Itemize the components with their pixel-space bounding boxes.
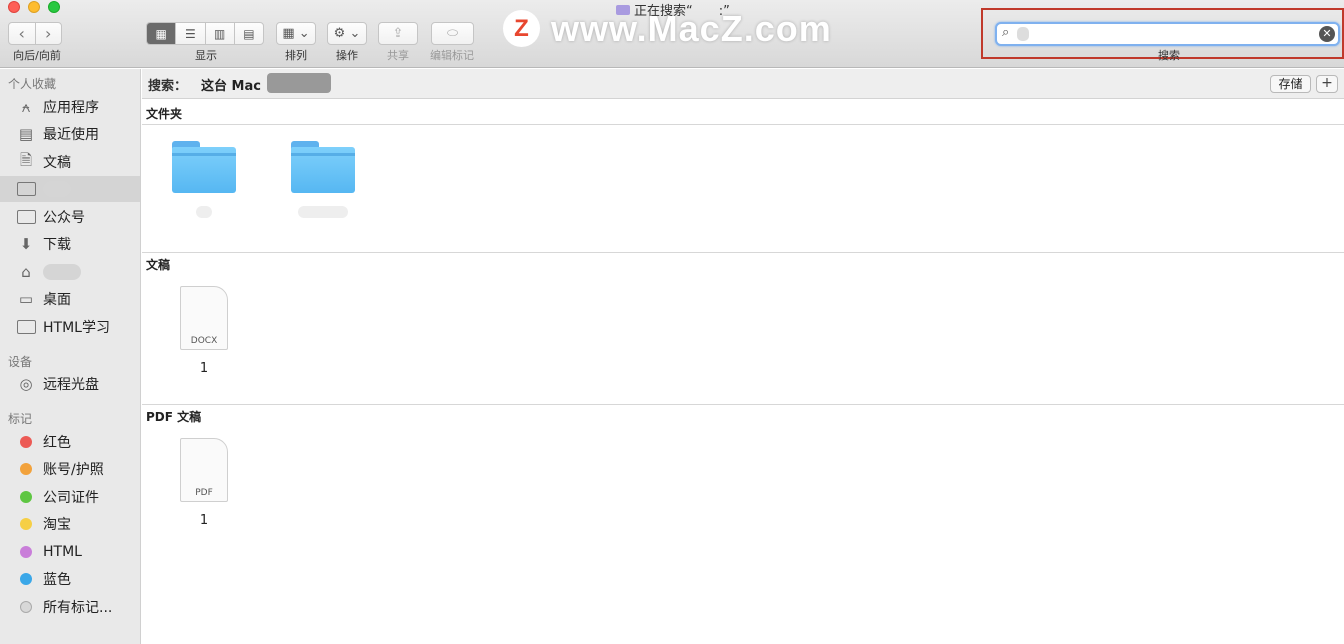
group-icon: ▦ ⌄ (282, 26, 310, 41)
group-heading-pdf: PDF 文稿 (146, 410, 202, 424)
pdf-file-name: 1 (199, 513, 209, 528)
green-tag-dot (20, 491, 32, 503)
search-input[interactable] (1017, 27, 1029, 41)
red-tag-dot (20, 436, 32, 448)
folder-icon (16, 318, 36, 336)
back-button[interactable]: ‹ (9, 23, 36, 44)
add-criteria-button[interactable]: + (1316, 75, 1338, 93)
sidebar-tag-red[interactable]: 红色 (0, 429, 140, 455)
sidebar-item-gongzhonghao[interactable]: 公众号 (0, 204, 140, 230)
pdf-file-icon[interactable]: PDF (180, 438, 228, 502)
documents-icon: 🗎 (19, 150, 33, 169)
scope-this-mac[interactable]: 这台 Mac (201, 75, 261, 94)
blurred-folder-name (298, 206, 348, 218)
orange-tag-dot (20, 463, 32, 475)
tag-icon: ⬭ (446, 26, 459, 41)
search-label: 搜索 (1158, 49, 1180, 62)
share-icon: ⇪ (392, 26, 404, 41)
blue-tag-dot (20, 573, 32, 585)
edit-tags-button[interactable]: ⬭ (431, 22, 474, 45)
group-heading-documents: 文稿 (146, 258, 171, 272)
sidebar: 个人收藏 ⍲ 应用程序 ▤ 最近使用 🗎 文稿 公众号 ⬇ 下载 ⌂ ▭ 桌面 HTML学… (0, 69, 141, 644)
zoom-window-button[interactable] (48, 1, 60, 13)
sort-label: 排列 (285, 49, 307, 62)
disc-icon: ◎ (19, 375, 33, 393)
scope-blurred-location[interactable] (267, 73, 331, 93)
favorites-heading: 个人收藏 (8, 77, 57, 91)
gear-icon: ⚙ ⌄ (333, 26, 361, 41)
divider (142, 404, 1344, 405)
devices-heading: 设备 (8, 355, 33, 369)
folder-icon (16, 208, 36, 226)
yellow-tag-dot (20, 518, 32, 530)
blurred-label (43, 181, 71, 197)
blurred-label (43, 264, 81, 280)
list-view-button[interactable]: ☰ (176, 23, 206, 44)
sidebar-item-downloads[interactable]: ⬇ 下载 (0, 231, 140, 257)
search-field[interactable]: ⌕ ✕ (995, 22, 1340, 46)
docx-file-icon[interactable]: DOCX (180, 286, 228, 350)
action-label: 操作 (336, 49, 358, 62)
save-search-button[interactable]: 存储 (1270, 75, 1311, 93)
scope-label: 搜索： (148, 79, 188, 94)
sidebar-item-folder-blurred[interactable] (0, 176, 140, 202)
sort-button[interactable]: ▦ ⌄ (276, 22, 316, 45)
clear-search-icon[interactable]: ✕ (1319, 26, 1335, 42)
view-mode-control: ▦ ☰ ▥ ▤ (146, 22, 264, 45)
applications-icon: ⍲ (21, 98, 31, 116)
close-window-button[interactable] (8, 1, 20, 13)
docx-file-name: 1 (199, 361, 209, 376)
all-tags-icon (20, 601, 32, 613)
nav-label: 向后/向前 (13, 49, 61, 62)
purple-tag-dot (20, 546, 32, 558)
share-button[interactable]: ⇪ (378, 22, 418, 45)
action-button[interactable]: ⚙ ⌄ (327, 22, 367, 45)
folder-result[interactable] (172, 141, 236, 193)
divider (142, 252, 1344, 253)
sidebar-tag-account-passport[interactable]: 账号/护照 (0, 456, 140, 482)
sidebar-tag-taobao[interactable]: 淘宝 (0, 511, 140, 537)
sidebar-item-home[interactable]: ⌂ (0, 259, 140, 285)
share-label: 共享 (387, 49, 409, 62)
sidebar-item-desktop[interactable]: ▭ 桌面 (0, 286, 140, 312)
desktop-icon: ▭ (18, 290, 34, 308)
home-icon: ⌂ (21, 263, 31, 281)
column-view-button[interactable]: ▥ (206, 23, 235, 44)
sidebar-tag-html[interactable]: HTML (0, 539, 140, 565)
search-scope-bar: 搜索： 这台 Mac (142, 69, 1344, 99)
minimize-window-button[interactable] (28, 1, 40, 13)
search-icon: ⌕ (1002, 25, 1010, 40)
tags-heading: 标记 (8, 412, 33, 426)
folder-icon (16, 180, 36, 198)
divider (142, 124, 1344, 125)
toolbar: 正在搜索“ :” ‹ › 向后/向前 ▦ ☰ ▥ ▤ 显示 ▦ ⌄ 排列 ⚙ ⌄… (0, 0, 1344, 68)
icon-view-button[interactable]: ▦ (147, 23, 177, 44)
view-label: 显示 (195, 49, 217, 62)
downloads-icon: ⬇ (19, 235, 33, 253)
sidebar-item-recents[interactable]: ▤ 最近使用 (0, 121, 140, 147)
back-forward-control: ‹ › (8, 22, 62, 45)
watermark-logo: Z (503, 10, 540, 47)
forward-button[interactable]: › (36, 23, 62, 44)
tags-label: 编辑标记 (430, 49, 474, 62)
group-heading-folders: 文件夹 (146, 107, 183, 121)
gallery-view-button[interactable]: ▤ (235, 23, 263, 44)
sidebar-item-documents[interactable]: 🗎 文稿 (0, 149, 140, 175)
sidebar-item-html-study[interactable]: HTML学习 (0, 314, 140, 340)
sidebar-item-applications[interactable]: ⍲ 应用程序 (0, 94, 140, 120)
blurred-folder-name (196, 206, 212, 218)
sidebar-tag-company-docs[interactable]: 公司证件 (0, 484, 140, 510)
watermark-text: www.MacZ.com (551, 8, 832, 49)
sidebar-item-remote-disc[interactable]: ◎ 远程光盘 (0, 371, 140, 397)
sidebar-tag-blue[interactable]: 蓝色 (0, 566, 140, 592)
sidebar-all-tags[interactable]: 所有标记... (0, 594, 140, 620)
folder-result[interactable] (291, 141, 355, 193)
recents-icon: ▤ (18, 125, 34, 143)
